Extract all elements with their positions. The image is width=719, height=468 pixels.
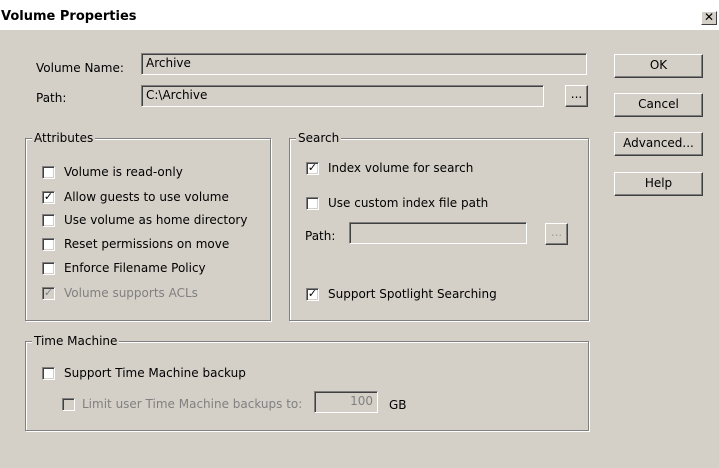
checkbox-spotlight[interactable]: ✓: [306, 288, 319, 301]
index-path-label: Path:: [305, 229, 336, 243]
checkbox-time-machine[interactable]: [42, 367, 55, 380]
checkbox-limit-backups: [62, 398, 75, 411]
checkbox-read-only[interactable]: [42, 166, 55, 179]
path-browse-button[interactable]: ...: [565, 85, 588, 107]
checkbox-spotlight-label[interactable]: Support Spotlight Searching: [328, 287, 497, 301]
close-icon[interactable]: ✕: [701, 11, 717, 25]
checkbox-limit-backups-label: Limit user Time Machine backups to:: [82, 397, 303, 411]
checkbox-custom-index-path-label[interactable]: Use custom index file path: [328, 196, 488, 210]
checkmark-icon: ✓: [307, 287, 318, 300]
cancel-button[interactable]: Cancel: [614, 93, 703, 117]
checkbox-supports-acls-label: Volume supports ACLs: [64, 286, 198, 300]
volume-name-field[interactable]: Archive: [141, 53, 587, 75]
checkbox-reset-permissions[interactable]: [42, 238, 55, 251]
checkbox-read-only-label[interactable]: Volume is read-only: [64, 165, 183, 179]
checkbox-allow-guests[interactable]: ✓: [42, 191, 55, 204]
checkbox-filename-policy[interactable]: [42, 262, 55, 275]
checkbox-allow-guests-label[interactable]: Allow guests to use volume: [64, 190, 229, 204]
index-path-browse-button[interactable]: ...: [545, 223, 568, 245]
help-button[interactable]: Help: [614, 172, 703, 196]
path-label: Path:: [36, 91, 67, 105]
checkmark-icon: ✓: [307, 161, 318, 174]
path-field[interactable]: C:\Archive: [141, 85, 544, 107]
checkbox-filename-policy-label[interactable]: Enforce Filename Policy: [64, 261, 206, 275]
search-group-title: Search: [296, 131, 342, 145]
checkmark-icon: ✓: [43, 190, 54, 203]
time-machine-group: Time Machine: [25, 334, 589, 431]
limit-backups-field[interactable]: 100: [314, 391, 378, 413]
index-path-field[interactable]: [349, 222, 527, 244]
ok-button[interactable]: OK: [614, 54, 703, 78]
time-machine-group-title: Time Machine: [32, 334, 120, 348]
checkbox-custom-index-path[interactable]: [306, 197, 319, 210]
checkbox-home-directory-label[interactable]: Use volume as home directory: [64, 213, 247, 227]
checkbox-index-volume-label[interactable]: Index volume for search: [328, 161, 473, 175]
volume-properties-dialog: Volume Properties ✕ Volume Name: Archive…: [0, 0, 719, 468]
limit-unit-label: GB: [389, 398, 407, 412]
window-title: Volume Properties: [1, 9, 137, 24]
advanced-button[interactable]: Advanced...: [614, 132, 703, 156]
title-bar: Volume Properties ✕: [0, 0, 719, 30]
checkbox-home-directory[interactable]: [42, 214, 55, 227]
checkmark-icon: ✓: [43, 286, 54, 299]
checkbox-time-machine-label[interactable]: Support Time Machine backup: [64, 366, 246, 380]
attributes-group-title: Attributes: [32, 131, 96, 145]
volume-name-label: Volume Name:: [36, 61, 124, 75]
checkbox-index-volume[interactable]: ✓: [306, 162, 319, 175]
checkbox-reset-permissions-label[interactable]: Reset permissions on move: [64, 237, 229, 251]
checkbox-supports-acls: ✓: [42, 287, 55, 300]
